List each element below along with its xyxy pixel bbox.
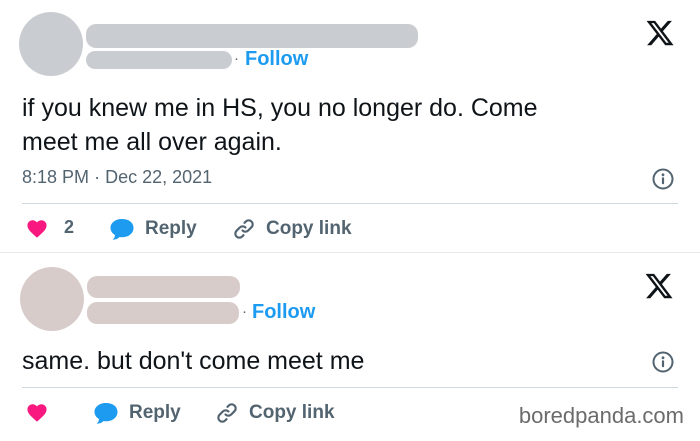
tweet-divider [22, 387, 678, 388]
avatar[interactable] [20, 267, 84, 331]
heart-icon [26, 218, 48, 238]
follow-separator: · [234, 50, 239, 67]
reply-button[interactable]: Reply [109, 217, 197, 241]
watermark: boredpanda.com [518, 403, 684, 428]
copy-link-button[interactable]: Copy link [232, 217, 352, 241]
avatar[interactable] [19, 12, 83, 76]
display-name-redacted [87, 276, 240, 298]
info-icon[interactable] [652, 168, 674, 190]
like-button[interactable]: 2 [26, 217, 74, 238]
speech-bubble-icon [93, 401, 119, 425]
timestamp-separator: · [94, 167, 101, 187]
reply-button[interactable]: Reply [93, 401, 181, 425]
display-name-redacted [86, 24, 418, 48]
link-icon [215, 401, 239, 425]
x-logo-icon[interactable] [645, 18, 675, 48]
tweet-text-line-2: meet me all over again. [22, 128, 282, 156]
timestamp-date: Dec 22, 2021 [105, 167, 213, 187]
timestamp[interactable]: 8:18 PM · Dec 22, 2021 [22, 167, 212, 188]
tweet-divider [22, 203, 678, 204]
reply-label: Reply [129, 402, 181, 423]
copy-link-label: Copy link [266, 218, 352, 239]
tweet-card-1: · Follow if you knew me in HS, you no lo… [0, 0, 700, 253]
link-icon [232, 217, 256, 241]
like-count: 2 [64, 217, 75, 237]
follow-separator: · [242, 303, 247, 320]
reply-label: Reply [145, 218, 197, 239]
username-redacted [86, 51, 232, 69]
like-button[interactable] [26, 402, 48, 422]
copy-link-button[interactable]: Copy link [215, 401, 335, 425]
follow-button[interactable]: Follow [252, 301, 315, 324]
timestamp-time: 8:18 PM [22, 167, 90, 187]
follow-button[interactable]: Follow [245, 48, 308, 71]
heart-icon [26, 402, 48, 422]
reply-text: same. but don't come meet me [22, 347, 365, 375]
x-logo-icon[interactable] [644, 271, 674, 301]
username-redacted [87, 302, 239, 324]
speech-bubble-icon [109, 217, 135, 241]
copy-link-label: Copy link [249, 402, 335, 423]
info-icon[interactable] [652, 351, 674, 373]
tweet-text-line-1: if you knew me in HS, you no longer do. … [22, 94, 538, 122]
